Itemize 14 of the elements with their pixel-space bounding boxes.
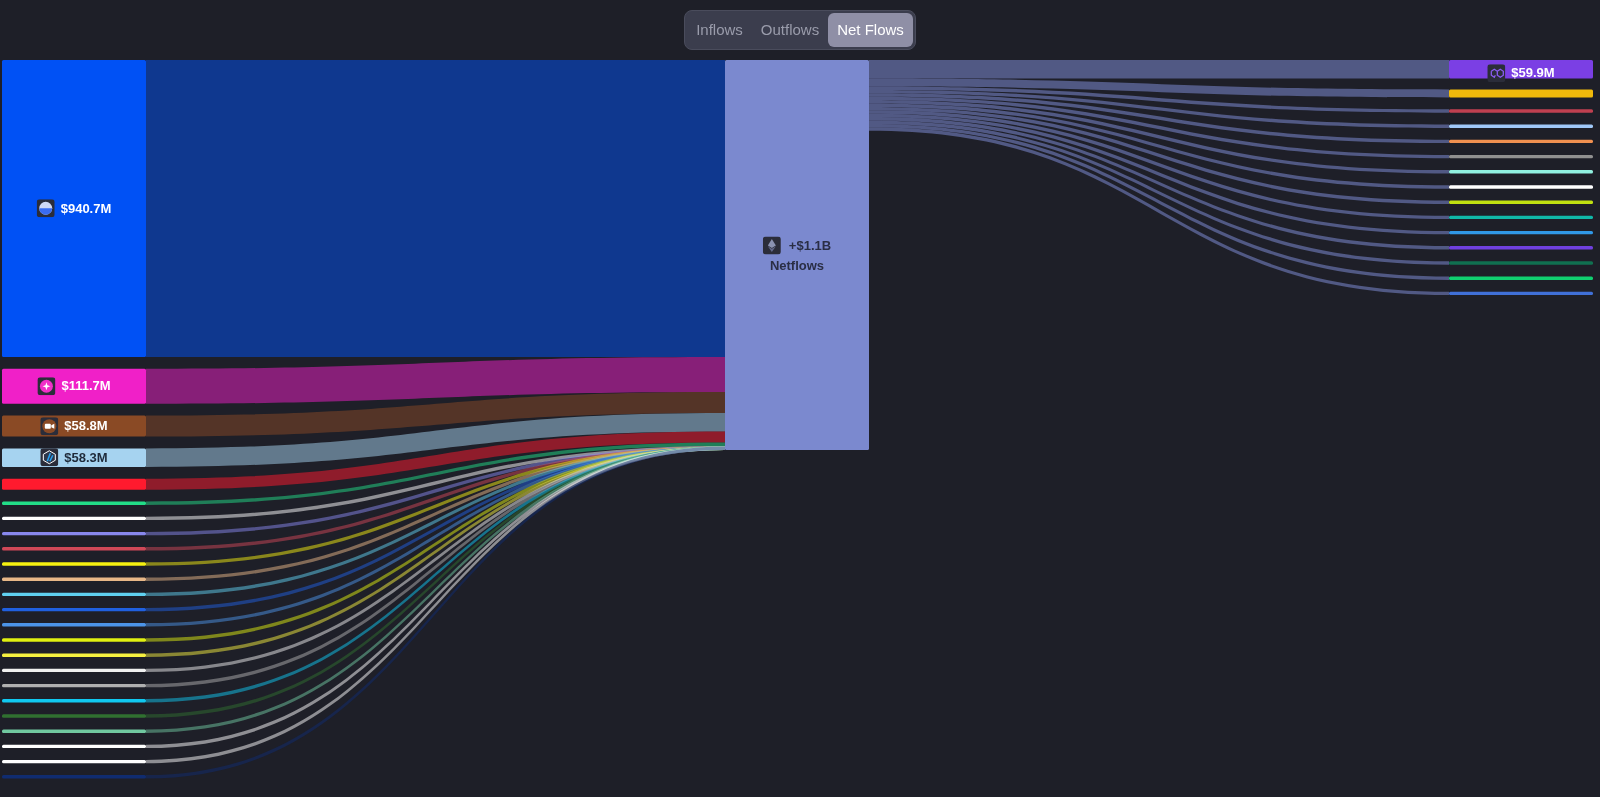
node-value: $940.7M	[60, 199, 112, 218]
view-tab[interactable]: Inflows	[687, 13, 752, 47]
view-tab[interactable]: Outflows	[751, 13, 829, 47]
node-label: Netflows	[769, 256, 825, 274]
node-value: $111.7M	[61, 377, 111, 396]
stripes-logo-icon	[40, 448, 59, 467]
view-tab[interactable]: Net Flows	[828, 13, 913, 47]
sparkle-icon	[37, 377, 56, 396]
node-value: $58.3M	[64, 448, 108, 467]
chain-link-icon	[1487, 64, 1506, 83]
camera-icon	[40, 417, 59, 436]
node-value: $58.8M	[64, 417, 108, 436]
node-value: $59.9M	[1511, 64, 1555, 83]
node-value: +$1.1B	[788, 236, 832, 255]
